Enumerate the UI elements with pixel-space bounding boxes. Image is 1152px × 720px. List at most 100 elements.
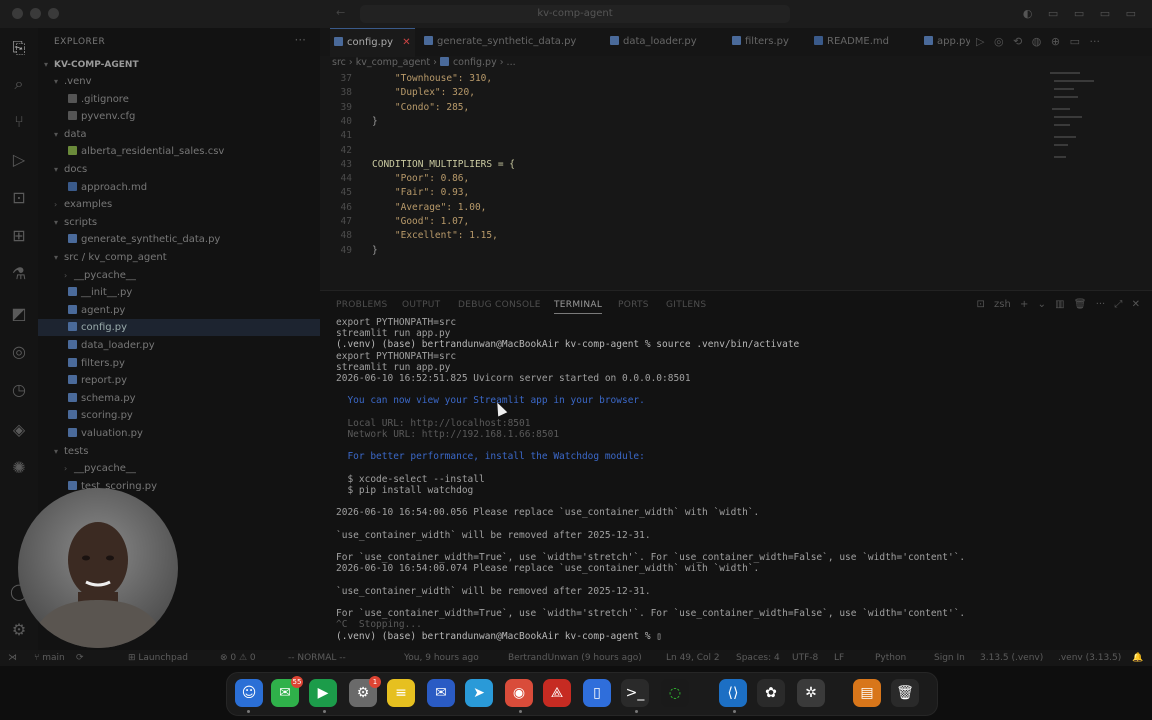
code-line[interactable]: 37 "Townhouse": 310, (320, 72, 1040, 86)
run-debug-icon[interactable]: ▷ (0, 142, 38, 178)
layout-toggle-icons[interactable]: ◐ ▭ ▭ ▭ ▭ (1023, 7, 1142, 20)
file-item[interactable]: report.py (38, 372, 320, 389)
folder-item[interactable]: › __pycache__ (38, 460, 320, 477)
launchpad-status[interactable]: ⊞ Launchpad (128, 650, 188, 666)
testing-icon[interactable]: ⚗ (0, 256, 38, 292)
git-blame[interactable]: You, 9 hours ago (404, 650, 479, 666)
file-item[interactable]: config.py (38, 319, 320, 337)
file-item[interactable]: schema.py (38, 390, 320, 407)
remote-explorer-icon[interactable]: ⊡ (0, 180, 38, 216)
tab-terminal[interactable]: TERMINAL (554, 300, 603, 314)
maximize-window-button[interactable] (48, 8, 59, 19)
editor-actions[interactable]: ▷ ◎ ⟲ ◍ ⊕ ▭ ··· (976, 35, 1100, 48)
source-control-icon[interactable]: ⑂ (0, 104, 38, 140)
settings-gear-icon[interactable]: ⚙ (0, 612, 38, 648)
file-item[interactable]: alberta_residential_sales.csv (38, 143, 320, 160)
notifications-icon[interactable]: 🔔 (1132, 650, 1143, 666)
tab-output[interactable]: OUTPUT (402, 300, 440, 310)
file-item[interactable]: __init__.py (38, 284, 320, 301)
files-dock-icon[interactable]: ▯ (583, 679, 611, 707)
vscode-dock-icon[interactable]: ⟨⟩ (719, 679, 747, 707)
encoding[interactable]: UTF-8 (792, 650, 818, 666)
file-item[interactable]: .gitignore (38, 91, 320, 108)
copilot-icon[interactable]: ✺ (0, 450, 38, 486)
folder-item[interactable]: ▾ scripts (38, 214, 320, 231)
tab-data-loader[interactable]: data_loader.py (610, 28, 697, 56)
code-line[interactable]: 39 "Condo": 285, (320, 101, 1040, 115)
telegram-dock-icon[interactable]: ➤ (465, 679, 493, 707)
command-center-search[interactable]: kv-comp-agent (360, 5, 790, 23)
extensions-icon[interactable]: ⊞ (0, 218, 38, 254)
trash-icon[interactable]: 🗑 (1074, 299, 1087, 310)
container-icon[interactable]: ◈ (0, 412, 38, 448)
code-line[interactable]: 42 (320, 144, 1040, 158)
tab-gitlens[interactable]: GITLENS (666, 300, 706, 310)
panel-actions[interactable]: ⊡ zsh + ⌄ ▥ 🗑 ··· ⤢ ✕ (976, 299, 1140, 310)
mail-dock-icon[interactable]: ✉ (427, 679, 455, 707)
back-arrow-icon[interactable]: ← (336, 6, 345, 19)
finder-dock-icon[interactable]: ☺ (235, 679, 263, 707)
messages-dock-icon[interactable]: ✉ 55 (271, 676, 303, 707)
indentation[interactable]: Spaces: 4 (736, 650, 780, 666)
code-line[interactable]: 49} (320, 244, 1040, 258)
minimize-window-button[interactable] (30, 8, 41, 19)
more-actions-icon[interactable]: ··· (1096, 299, 1106, 310)
folder-item[interactable]: ▾ docs (38, 161, 320, 178)
system-settings-dock-icon[interactable]: ⚙ 1 (349, 676, 381, 707)
tab-app[interactable]: app.py (924, 28, 970, 56)
tab-generate-synthetic-data[interactable]: generate_synthetic_data.py (424, 28, 576, 56)
activity-monitor-dock-icon[interactable]: ◌ (661, 679, 689, 707)
git-author[interactable]: BertrandUnwan (9 hours ago) (508, 650, 642, 666)
folder-item[interactable]: › examples (38, 196, 320, 213)
python-interpreter[interactable]: 3.13.5 (.venv) (980, 650, 1043, 666)
folder-item[interactable]: ▾ tests (38, 443, 320, 460)
folder-item[interactable]: ▾ .venv (38, 73, 320, 90)
branch-indicator[interactable]: ⑂ main (34, 650, 65, 666)
search-icon[interactable]: ⌕ (0, 66, 38, 102)
notes-dock-icon[interactable]: ≡ (387, 679, 415, 707)
cursor-position[interactable]: Ln 49, Col 2 (666, 650, 720, 666)
folder-item[interactable]: ▾ src / kv_comp_agent (38, 249, 320, 266)
file-item[interactable]: valuation.py (38, 425, 320, 442)
settings-dock-icon[interactable]: ✲ (797, 679, 825, 707)
more-actions-icon[interactable]: ··· (295, 33, 306, 47)
file-item[interactable]: generate_synthetic_data.py (38, 231, 320, 248)
tab-problems[interactable]: PROBLEMS (336, 300, 388, 310)
terminal-dock-icon[interactable]: >_ (621, 679, 649, 707)
tab-filters[interactable]: filters.py (732, 28, 789, 56)
facetime-dock-icon[interactable]: ▶ (309, 679, 337, 707)
code-line[interactable]: 41 (320, 129, 1040, 143)
remote-indicator-icon[interactable]: ⋊ (8, 650, 17, 666)
acrobat-dock-icon[interactable]: ⟁ (543, 679, 571, 707)
file-item[interactable]: filters.py (38, 355, 320, 372)
code-line[interactable]: 38 "Duplex": 320, (320, 86, 1040, 100)
tab-readme[interactable]: README.md (814, 28, 889, 56)
chrome-dock-icon[interactable]: ◉ (505, 679, 533, 707)
folder-item[interactable]: › __pycache__ (38, 267, 320, 284)
minimap[interactable] (1050, 72, 1100, 162)
file-item[interactable]: approach.md (38, 179, 320, 196)
close-window-button[interactable] (12, 8, 23, 19)
close-tab-icon[interactable]: ✕ (402, 37, 410, 48)
tab-ports[interactable]: PORTS (618, 300, 649, 310)
venv-indicator[interactable]: .venv (3.13.5) (1058, 650, 1121, 666)
code-line[interactable]: 45 "Fair": 0.93, (320, 186, 1040, 200)
chart-icon[interactable]: ◩ (0, 296, 38, 332)
code-line[interactable]: 46 "Average": 1.00, (320, 201, 1040, 215)
folder-item[interactable]: ▾ data (38, 126, 320, 143)
code-line[interactable]: 44 "Poor": 0.86, (320, 172, 1040, 186)
gitlens-icon[interactable]: ◎ (0, 334, 38, 370)
tab-config-py[interactable]: config.py ✕ (330, 28, 415, 57)
tab-debug-console[interactable]: DEBUG CONSOLE (458, 300, 541, 310)
file-item[interactable]: scoring.py (38, 407, 320, 424)
close-panel-icon[interactable]: ✕ (1132, 299, 1140, 310)
end-of-line[interactable]: LF (834, 650, 844, 666)
code-line[interactable]: 47 "Good": 1.07, (320, 215, 1040, 229)
downloads-folder-dock-icon[interactable]: ▤ (853, 679, 881, 707)
explorer-icon[interactable]: ⎘ (0, 30, 38, 66)
maximize-panel-icon[interactable]: ⤢ (1114, 299, 1122, 310)
split-terminal-icon[interactable]: ▥ (1055, 299, 1064, 310)
new-terminal-icon[interactable]: + ⌄ (1020, 299, 1046, 310)
timeline-icon[interactable]: ◷ (0, 372, 38, 408)
project-root[interactable]: ▾ KV-COMP-AGENT (38, 56, 320, 73)
